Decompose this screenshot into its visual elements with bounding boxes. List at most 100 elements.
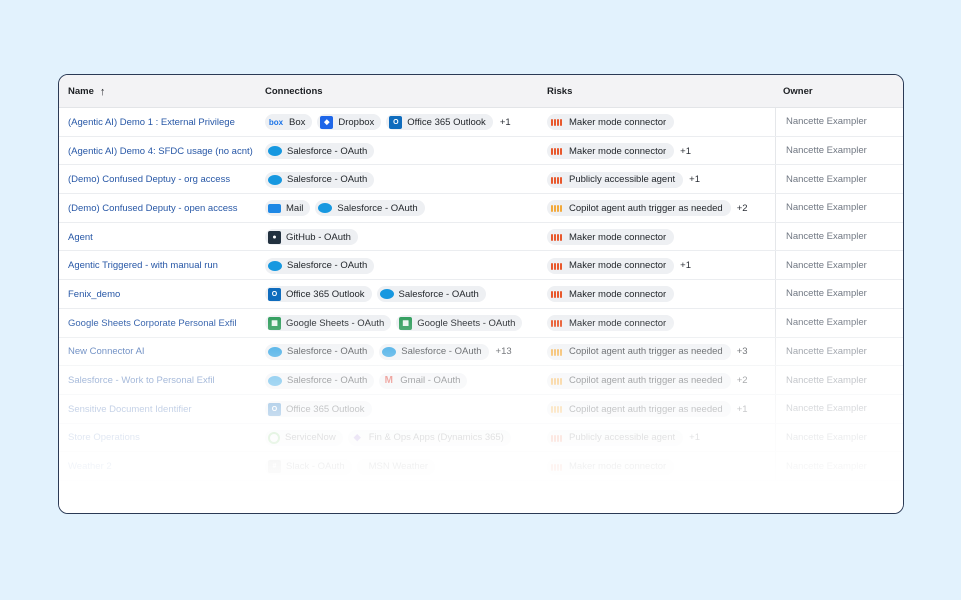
agent-name-link[interactable]: Salesforce - Work to Personal Exfil	[68, 366, 215, 395]
agent-name-link[interactable]: Agent	[68, 223, 93, 252]
agent-name-link[interactable]: (Agentic AI) Demo 4: SFDC usage (no acnt…	[68, 137, 253, 166]
column-header-owner[interactable]: Owner	[783, 75, 813, 108]
slack-icon: #	[268, 460, 281, 474]
table-row[interactable]: Salesforce - Work to Personal Exfil Sales…	[59, 366, 903, 395]
connections-cell: ● GitHub - OAuth	[265, 223, 363, 252]
connection-chip[interactable]: Salesforce - OAuth	[265, 257, 375, 274]
risk-chip[interactable]: Maker mode connector	[547, 229, 675, 246]
connection-chip[interactable]: box Box	[265, 114, 313, 131]
connection-chip[interactable]: Salesforce - OAuth	[265, 143, 375, 160]
risk-chip[interactable]: Maker mode connector	[547, 257, 675, 274]
connections-more-count[interactable]: +1	[500, 117, 511, 128]
risk-chip[interactable]: Maker mode connector	[547, 286, 675, 303]
agent-name-link[interactable]: (Agentic AI) Demo 1 : External Privilege	[68, 108, 235, 137]
agent-name-link[interactable]: Store Operations	[68, 424, 140, 453]
risk-severity-icon	[551, 233, 563, 242]
risks-cell: Publicly accessible agent +1	[547, 424, 700, 453]
risks-more-count[interactable]: +1	[689, 432, 700, 443]
table-row[interactable]: (Demo) Confused Deptuy - org access Sales…	[59, 165, 903, 195]
connection-chip[interactable]: Salesforce - OAuth	[376, 286, 486, 303]
dynamics-icon: ◆	[353, 432, 361, 443]
table-row[interactable]: Agent ● GitHub - OAuth Maker mode connector…	[59, 222, 903, 252]
connections-cell: Salesforce - OAuth	[265, 137, 379, 166]
connection-chip[interactable]: MSN Weather	[356, 458, 436, 475]
table-row[interactable]: Weather 2 # Slack - OAuth MSN Weather Maker …	[59, 452, 903, 481]
risks-more-count[interactable]: +1	[737, 404, 748, 415]
table-row[interactable]: Agentic Triggered - with manual run Sales…	[59, 251, 903, 281]
risks-more-count[interactable]: +1	[680, 260, 691, 271]
table-row[interactable]: Google Sheets Corporate Personal Exfil ▦ G…	[59, 308, 903, 338]
connection-chip[interactable]: ▦ Google Sheets - OAuth	[265, 315, 392, 332]
table-row[interactable]: New Connector AI Salesforce - OAuth Salesf…	[59, 337, 903, 367]
table-row[interactable]: Store Operations ServiceNow ◆ Fin & Ops App…	[59, 423, 903, 453]
risk-label: Publicly accessible agent	[569, 174, 676, 186]
connection-chip[interactable]: ▦ Google Sheets - OAuth	[396, 315, 523, 332]
column-header-risks[interactable]: Risks	[547, 75, 572, 108]
table-header: Name ↑ Connections Risks Owner	[59, 75, 903, 108]
agent-name-link[interactable]: Google Sheets Corporate Personal Exfil	[68, 309, 236, 338]
connection-label: Box	[289, 116, 306, 128]
risk-chip[interactable]: Copilot agent auth trigger as needed	[547, 372, 731, 389]
agent-name-link[interactable]: Agentic Triggered - with manual run	[68, 251, 218, 280]
connection-chip[interactable]: O Office 365 Outlook	[265, 286, 372, 303]
connection-chip[interactable]: # Slack - OAuth	[265, 458, 352, 475]
salesforce-icon	[268, 146, 282, 157]
connection-chip[interactable]: ◆ Fin & Ops Apps (Dynamics 365)	[347, 429, 511, 446]
risk-severity-icon	[551, 348, 563, 356]
agent-name-link[interactable]: (Demo) Confused Deptuy - org access	[68, 165, 230, 194]
table-row[interactable]: (Demo) Confused Deputy - open access Mail…	[59, 194, 903, 223]
risk-chip[interactable]: Maker mode connector	[547, 114, 675, 131]
risk-label: Maker mode connector	[569, 317, 667, 329]
column-header-name[interactable]: Name ↑	[68, 75, 105, 108]
risks-cell: Maker mode connector	[547, 108, 678, 137]
column-risks-label: Risks	[547, 86, 573, 97]
agent-name-link[interactable]: Fenix_demo	[68, 280, 120, 309]
risks-more-count[interactable]: +2	[737, 203, 748, 214]
connection-label: Office 365 Outlook	[286, 403, 365, 415]
connection-chip[interactable]: M Gmail - OAuth	[379, 372, 468, 389]
connection-chip[interactable]: Mail	[265, 200, 311, 217]
risk-chip[interactable]: Maker mode connector	[547, 315, 675, 332]
table-row[interactable]: (Agentic AI) Demo 1 : External Privilege…	[59, 108, 903, 137]
gmail-icon: M	[384, 375, 393, 387]
risk-chip[interactable]: Copilot agent auth trigger as needed	[547, 200, 731, 217]
risk-chip[interactable]: Copilot agent auth trigger as needed	[547, 401, 731, 418]
agent-name-link[interactable]: New Connector AI	[68, 338, 145, 367]
table-row[interactable]: Sensitive Document Identifier O Office 365…	[59, 394, 903, 424]
column-header-connections[interactable]: Connections	[265, 75, 323, 108]
connection-chip[interactable]: Salesforce - OAuth	[265, 171, 375, 188]
connections-cell: ServiceNow ◆ Fin & Ops Apps (Dynamics 365)	[265, 424, 516, 453]
risks-more-count[interactable]: +1	[680, 146, 691, 157]
connection-chip[interactable]: Salesforce - OAuth	[265, 372, 375, 389]
connection-chip[interactable]: ◆ Dropbox	[317, 114, 382, 131]
risk-chip[interactable]: Copilot agent auth trigger as needed	[547, 343, 731, 360]
sort-ascending-icon[interactable]: ↑	[100, 86, 106, 98]
connection-chip[interactable]: O Office 365 Outlook	[386, 114, 493, 131]
risks-more-count[interactable]: +2	[737, 375, 748, 386]
connection-chip[interactable]: O Office 365 Outlook	[265, 401, 372, 418]
risk-chip[interactable]: Publicly accessible agent	[547, 171, 684, 188]
risk-chip[interactable]: Maker mode connector	[547, 458, 675, 475]
connection-chip[interactable]: ServiceNow	[265, 429, 343, 446]
risk-chip[interactable]: Maker mode connector	[547, 143, 675, 160]
risks-more-count[interactable]: +1	[689, 174, 700, 185]
risk-label: Maker mode connector	[569, 231, 667, 243]
agent-name-link[interactable]: Weather 2	[68, 452, 112, 481]
connections-more-count[interactable]: +13	[496, 346, 512, 357]
salesforce-icon	[382, 346, 397, 357]
table-row[interactable]: (Agentic AI) Demo 4: SFDC usage (no acnt…	[59, 136, 903, 166]
google-sheets-icon: ▦	[399, 316, 413, 330]
connection-chip[interactable]: Salesforce - OAuth	[379, 343, 489, 360]
risk-label: Maker mode connector	[569, 260, 667, 272]
agent-name-link[interactable]: (Demo) Confused Deputy - open access	[68, 194, 238, 223]
risk-severity-icon	[551, 262, 563, 270]
connection-chip[interactable]: ● GitHub - OAuth	[265, 229, 358, 246]
risk-chip[interactable]: Publicly accessible agent	[547, 429, 684, 446]
risks-more-count[interactable]: +3	[737, 346, 748, 357]
connection-chip[interactable]: Salesforce - OAuth	[315, 200, 425, 217]
agent-name-link[interactable]: Sensitive Document Identifier	[68, 395, 192, 424]
table-row[interactable]: Fenix_demo O Office 365 Outlook Salesforce …	[59, 280, 903, 309]
risks-cell: Maker mode connector	[547, 452, 678, 481]
connection-chip[interactable]: Salesforce - OAuth	[265, 343, 375, 360]
risk-label: Maker mode connector	[569, 461, 667, 473]
